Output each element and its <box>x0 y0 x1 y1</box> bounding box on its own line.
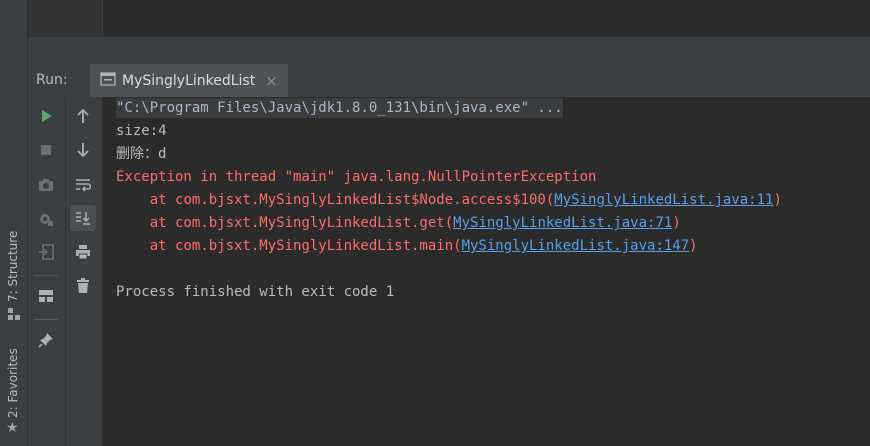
favorites-tab[interactable]: 2: Favorites <box>0 340 27 420</box>
structure-tab-label: 7: Structure <box>6 230 20 302</box>
exit-icon <box>39 244 54 260</box>
restore-layout-button[interactable] <box>33 283 59 309</box>
console-tab-icon <box>100 71 116 90</box>
editor-area <box>28 0 870 36</box>
scroll-to-end-icon <box>76 212 90 225</box>
next-occurrence-button[interactable] <box>70 137 96 163</box>
pin-icon <box>38 333 53 348</box>
print-button[interactable] <box>70 239 96 265</box>
run-panel-header: Run: MySinglyLinkedList × <box>28 64 870 98</box>
run-tab[interactable]: MySinglyLinkedList × <box>90 64 288 97</box>
stack-frame-suffix: ) <box>672 215 681 231</box>
process-finished-line: Process finished with exit code 1 <box>116 284 395 300</box>
pin-tab-button[interactable] <box>33 327 59 353</box>
stack-frame-suffix: ) <box>689 238 698 254</box>
down-arrow-icon <box>77 143 89 158</box>
command-line[interactable]: "C:\Program Files\Java\jdk1.8.0_131\bin\… <box>116 98 563 118</box>
run-label: Run: <box>36 72 68 88</box>
layout-icon <box>39 290 53 302</box>
toolbar-separator <box>34 275 58 276</box>
output-size-line: size:4 <box>116 123 167 139</box>
structure-icon <box>8 305 20 324</box>
toolbar-separator <box>34 319 58 320</box>
stack-frame-prefix: at com.bjsxt.MySinglyLinkedList.get( <box>116 215 454 231</box>
source-link[interactable]: MySinglyLinkedList.java:147 <box>462 238 690 254</box>
run-toolbar-secondary <box>66 97 103 446</box>
console-output[interactable]: "C:\Program Files\Java\jdk1.8.0_131\bin\… <box>103 97 870 446</box>
trash-icon <box>77 278 89 293</box>
left-tool-strip: 7: Structure 2: Favorites ★ <box>0 0 28 446</box>
stack-frame-prefix: at com.bjsxt.MySinglyLinkedList.main( <box>116 238 462 254</box>
stop-button[interactable] <box>33 137 59 163</box>
up-arrow-icon <box>77 108 89 123</box>
clear-all-button[interactable] <box>70 273 96 299</box>
print-icon <box>76 245 90 260</box>
rerun-button[interactable] <box>33 103 59 129</box>
run-icon <box>42 110 52 122</box>
soft-wrap-button[interactable] <box>70 172 96 198</box>
favorites-tab-label: 2: Favorites <box>6 348 20 418</box>
source-link[interactable]: MySinglyLinkedList.java:11 <box>554 192 773 208</box>
soft-wrap-icon <box>76 179 91 192</box>
stack-frame: at com.bjsxt.MySinglyLinkedList.main(MyS… <box>116 236 698 256</box>
previous-occurrence-button[interactable] <box>70 103 96 129</box>
stack-frame-suffix: ) <box>773 192 782 208</box>
camera-icon <box>39 179 53 191</box>
scroll-to-end-button[interactable] <box>70 205 96 231</box>
editor-gutter <box>28 0 103 36</box>
debug-settings-button[interactable] <box>33 206 59 232</box>
debug-settings-icon <box>40 214 53 226</box>
dump-threads-button[interactable] <box>33 172 59 198</box>
stop-icon <box>41 145 51 155</box>
stack-frame: at com.bjsxt.MySinglyLinkedList.get(MySi… <box>116 213 681 233</box>
exception-line: Exception in thread "main" java.lang.Nul… <box>116 169 597 185</box>
source-link[interactable]: MySinglyLinkedList.java:71 <box>453 215 672 231</box>
stack-frame-prefix: at com.bjsxt.MySinglyLinkedList$Node.acc… <box>116 192 555 208</box>
run-toolbar-primary <box>28 97 66 446</box>
run-tab-title: MySinglyLinkedList <box>122 72 256 89</box>
output-delete-line: 删除：d <box>116 146 167 162</box>
star-icon: ★ <box>6 420 19 436</box>
panel-splitter[interactable] <box>28 36 870 65</box>
stack-frame: at com.bjsxt.MySinglyLinkedList$Node.acc… <box>116 190 782 210</box>
exit-button[interactable] <box>33 239 59 265</box>
close-tab-icon[interactable]: × <box>265 72 278 90</box>
